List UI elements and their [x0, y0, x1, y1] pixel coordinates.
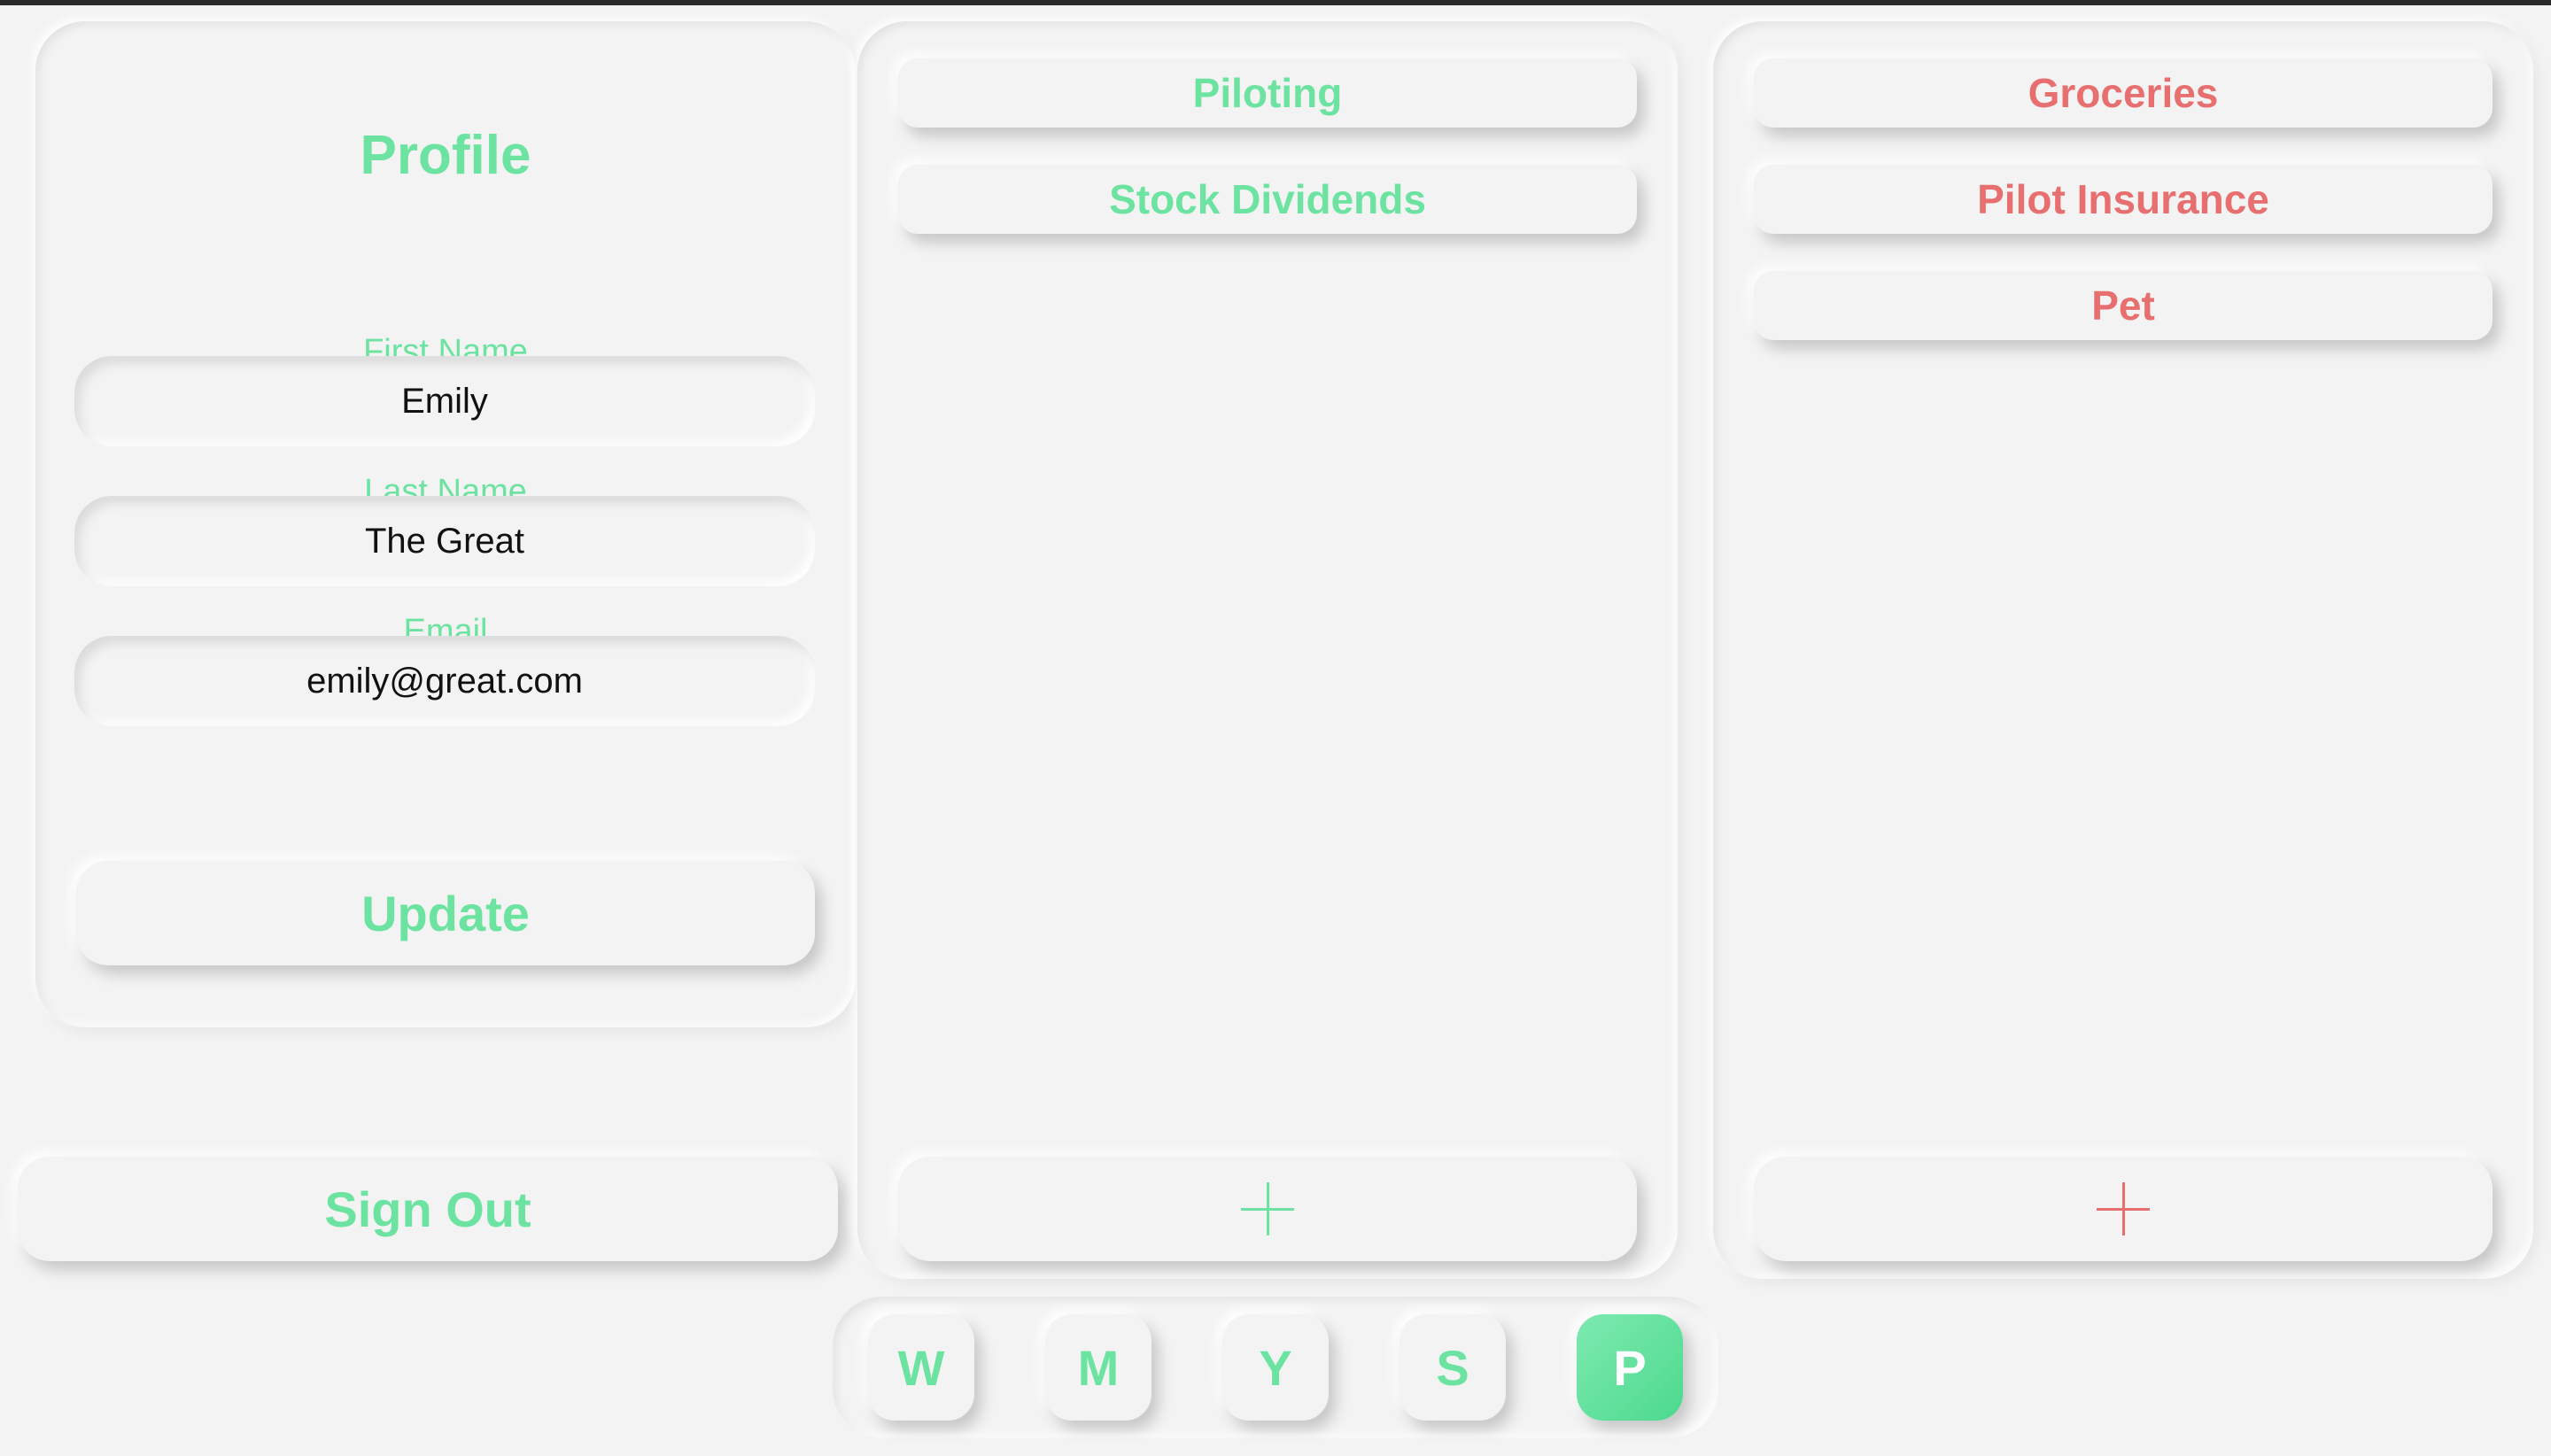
nav-profile-button[interactable]: P — [1577, 1314, 1683, 1421]
income-item-piloting[interactable]: Piloting — [898, 58, 1637, 128]
last-name-field[interactable] — [74, 496, 815, 586]
profile-panel: Profile First Name Last Name Email Updat… — [35, 21, 856, 1027]
nav-summary-button[interactable]: S — [1400, 1314, 1506, 1421]
nav-weekly-button[interactable]: W — [868, 1314, 974, 1421]
first-name-field[interactable] — [74, 356, 815, 446]
plus-icon — [2097, 1182, 2150, 1235]
income-panel: Piloting Stock Dividends — [857, 21, 1678, 1279]
window-top-bar — [0, 0, 2551, 5]
update-button[interactable]: Update — [76, 861, 815, 965]
expense-panel: Groceries Pilot Insurance Pet — [1713, 21, 2533, 1279]
plus-icon — [1241, 1182, 1294, 1235]
nav-yearly-button[interactable]: Y — [1222, 1314, 1329, 1421]
profile-title: Profile — [360, 125, 531, 186]
expense-item-pilot-insurance[interactable]: Pilot Insurance — [1754, 165, 2493, 234]
nav-monthly-button[interactable]: M — [1045, 1314, 1151, 1421]
expense-item-pet[interactable]: Pet — [1754, 271, 2493, 340]
income-item-stock-dividends[interactable]: Stock Dividends — [898, 165, 1637, 234]
sign-out-button[interactable]: Sign Out — [18, 1157, 838, 1261]
email-field[interactable] — [74, 636, 815, 726]
expense-item-groceries[interactable]: Groceries — [1754, 58, 2493, 128]
add-expense-button[interactable] — [1754, 1157, 2493, 1261]
add-income-button[interactable] — [898, 1157, 1637, 1261]
period-nav-bar: W M Y S P — [833, 1297, 1718, 1438]
